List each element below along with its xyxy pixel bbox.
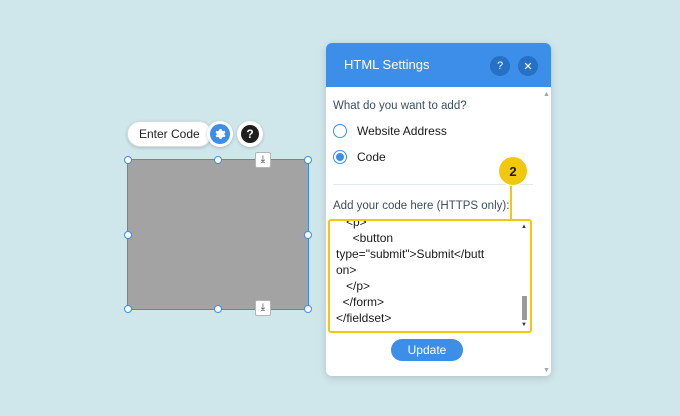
html-embed-element[interactable] xyxy=(127,159,309,310)
code-line: <button xyxy=(336,231,394,245)
panel-help-button[interactable]: ? xyxy=(490,56,510,76)
resize-handle-ml[interactable] xyxy=(124,231,132,239)
element-toolbar: Enter Code ? xyxy=(127,121,263,147)
scroll-up-icon[interactable]: ▲ xyxy=(543,91,550,98)
divider xyxy=(333,184,533,185)
resize-handle-mr[interactable] xyxy=(304,231,312,239)
question-icon: ? xyxy=(241,125,259,143)
panel-scrollbar[interactable]: ▲ ▼ xyxy=(541,87,551,376)
resize-handle-tm[interactable] xyxy=(214,156,222,164)
code-line: on> xyxy=(336,263,357,277)
code-textarea[interactable]: <p> <button type="submit">Submit</butt o… xyxy=(328,219,532,333)
radio-website-address[interactable] xyxy=(333,124,347,138)
help-button[interactable]: ? xyxy=(237,121,263,147)
radio-code[interactable] xyxy=(333,150,347,164)
enter-code-button[interactable]: Enter Code xyxy=(127,121,212,147)
anchor-download-icon[interactable]: ⤓ xyxy=(255,152,271,168)
code-field-label: Add your code here (HTTPS only): xyxy=(333,200,510,212)
code-line: </fieldset> xyxy=(336,311,392,325)
resize-handle-tr[interactable] xyxy=(304,156,312,164)
add-type-question: What do you want to add? xyxy=(333,100,467,112)
scroll-thumb[interactable] xyxy=(522,296,527,320)
code-text: <p> <button type="submit">Submit</butt o… xyxy=(336,219,516,326)
resize-handle-bm[interactable] xyxy=(214,305,222,313)
code-scrollbar[interactable]: ▲ ▼ xyxy=(521,224,528,328)
callout-badge: 2 xyxy=(498,156,528,186)
resize-handle-br[interactable] xyxy=(304,305,312,313)
callout-connector xyxy=(510,185,512,219)
panel-close-button[interactable]: ✕ xyxy=(518,56,538,76)
resize-handle-tl[interactable] xyxy=(124,156,132,164)
panel-title: HTML Settings xyxy=(344,57,430,72)
option-label: Code xyxy=(357,150,386,164)
scroll-down-icon[interactable]: ▼ xyxy=(543,367,550,374)
code-line: type="submit">Submit</butt xyxy=(336,247,485,261)
resize-handle-bl[interactable] xyxy=(124,305,132,313)
settings-button[interactable] xyxy=(207,121,233,147)
gear-icon xyxy=(210,124,230,144)
code-line: </form> xyxy=(336,295,385,309)
option-website-address[interactable]: Website Address xyxy=(333,124,447,138)
scroll-up-icon[interactable]: ▲ xyxy=(521,224,527,230)
html-settings-panel: HTML Settings ? ✕ ▲ ▼ What do you want t… xyxy=(326,43,551,376)
update-button[interactable]: Update xyxy=(391,339,463,361)
option-code[interactable]: Code xyxy=(333,150,386,164)
anchor-download-icon[interactable]: ⤓ xyxy=(255,300,271,316)
code-line: </p> xyxy=(336,279,371,293)
code-line: <p> xyxy=(336,219,367,229)
panel-header: HTML Settings ? ✕ xyxy=(326,43,551,87)
option-label: Website Address xyxy=(357,124,447,138)
scroll-down-icon[interactable]: ▼ xyxy=(521,322,527,328)
